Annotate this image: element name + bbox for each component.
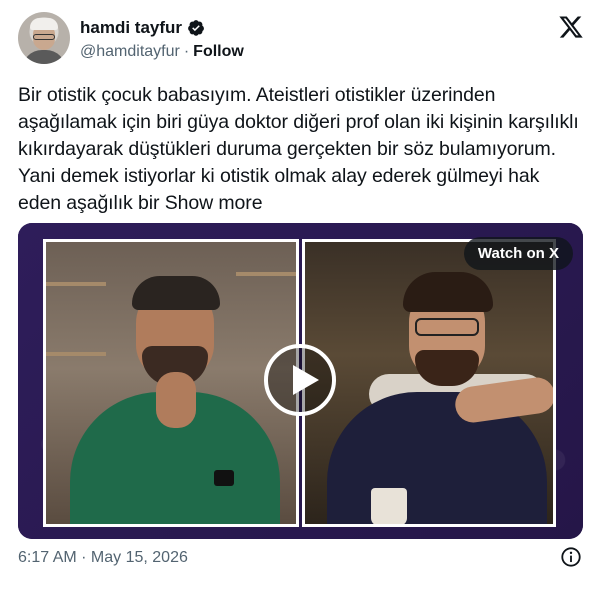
avatar-body bbox=[22, 50, 66, 64]
tweet-card: hamdi tayfur @hamditayfur · Follow Bir o… bbox=[0, 0, 600, 589]
author-name[interactable]: hamdi tayfur bbox=[80, 18, 182, 38]
video-frame-right bbox=[302, 239, 556, 527]
play-icon[interactable] bbox=[264, 344, 336, 416]
avatar[interactable] bbox=[18, 12, 70, 64]
follow-button[interactable]: Follow bbox=[193, 43, 244, 61]
person-right-glasses bbox=[415, 318, 479, 336]
x-logo-icon[interactable] bbox=[558, 14, 584, 40]
tweet-text: Bir otistik çocuk babasıyım. Ateistleri … bbox=[18, 82, 584, 217]
author-name-row: hamdi tayfur bbox=[80, 18, 205, 38]
person-left-hand bbox=[156, 372, 196, 428]
separator-dot: · bbox=[183, 43, 190, 60]
shelf bbox=[46, 352, 106, 356]
shelf bbox=[236, 272, 296, 276]
video-frame-left bbox=[43, 239, 299, 527]
avatar-hair bbox=[30, 18, 58, 30]
info-icon[interactable] bbox=[560, 546, 582, 568]
lapel-mic-icon bbox=[214, 470, 234, 486]
shelf bbox=[46, 282, 106, 286]
watch-on-x-button[interactable]: Watch on X bbox=[463, 237, 573, 270]
author-handle[interactable]: @hamditayfur bbox=[80, 43, 180, 61]
tweet-footer: 6:17 AM · May 15, 2026 bbox=[18, 546, 584, 574]
tweet-body: Bir otistik çocuk babasıyım. Ateistleri … bbox=[18, 84, 579, 214]
tweet-header: hamdi tayfur @hamditayfur · Follow bbox=[18, 12, 584, 66]
author-handle-row: @hamditayfur · Follow bbox=[80, 43, 244, 61]
person-right-hair bbox=[403, 272, 493, 312]
verified-badge-icon bbox=[188, 20, 204, 36]
cup bbox=[371, 488, 407, 524]
video-player[interactable]: Watch on X bbox=[18, 223, 583, 539]
person-left-hair bbox=[132, 276, 220, 310]
show-more-link[interactable]: Show more bbox=[165, 192, 263, 214]
avatar-glasses bbox=[33, 34, 55, 40]
timestamp[interactable]: 6:17 AM · May 15, 2026 bbox=[18, 549, 188, 567]
